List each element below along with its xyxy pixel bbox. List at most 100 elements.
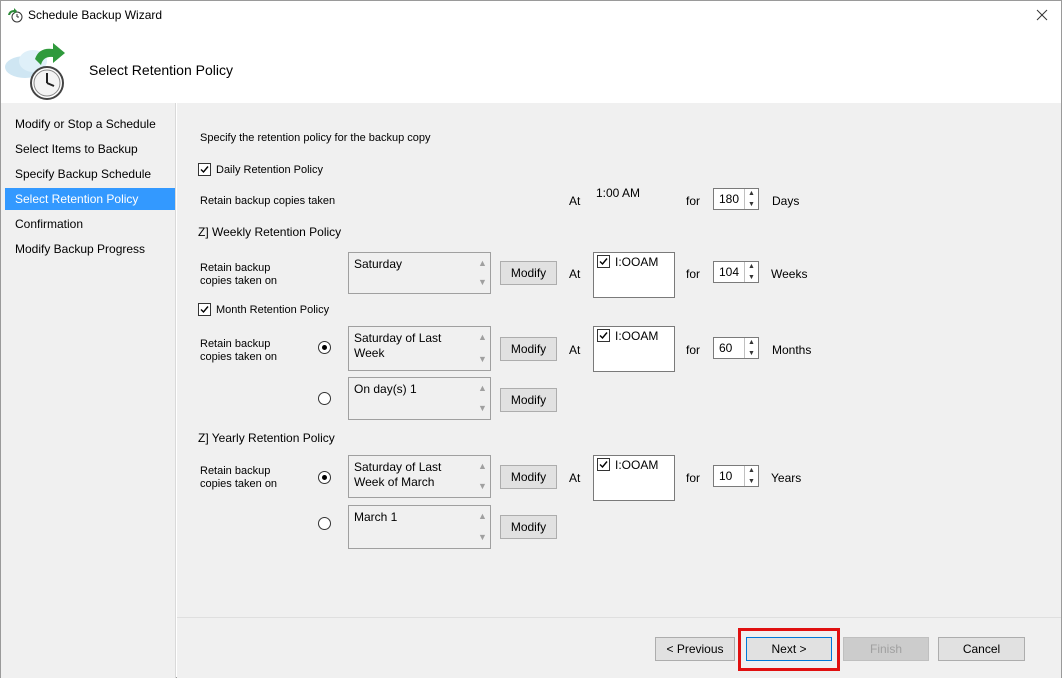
yearly-option1-line2: Week of March <box>354 475 435 489</box>
daily-days-value: 180 <box>719 192 740 206</box>
daily-retention-label: Daily Retention Policy <box>216 164 323 176</box>
spin-up-icon[interactable]: ▲ <box>748 467 755 474</box>
spin-down-icon[interactable]: ▼ <box>748 201 755 208</box>
daily-retain-label: Retain backup copies taken <box>200 195 336 207</box>
weekly-retention-heading: Z] Weekly Retention Policy <box>198 225 342 239</box>
weekly-at-label: At <box>569 267 581 281</box>
monthly-unit: Months <box>772 343 812 357</box>
sidebar-item-label: Select Items to Backup <box>15 142 138 156</box>
weekly-time-field[interactable]: I:OOAM <box>593 252 675 298</box>
sidebar-item-label: Confirmation <box>15 217 84 231</box>
previous-button[interactable]: < Previous <box>655 637 735 661</box>
yearly-time-field[interactable]: I:OOAM <box>593 455 675 501</box>
monthly-option2-radio[interactable] <box>318 392 331 405</box>
scroll-up-icon[interactable]: ▲ <box>478 256 487 271</box>
spin-down-icon[interactable]: ▼ <box>748 478 755 485</box>
spin-up-icon[interactable]: ▲ <box>748 263 755 270</box>
scroll-down-icon[interactable]: ▼ <box>478 275 487 290</box>
next-button-highlight <box>738 628 840 671</box>
wizard-header: Select Retention Policy <box>1 29 1061 103</box>
yearly-time-value: I:OOAM <box>615 458 659 472</box>
weekly-time-checkbox[interactable] <box>597 255 610 268</box>
monthly-months-stepper[interactable]: 60 ▲ ▼ <box>713 337 759 359</box>
yearly-modify-button-1[interactable]: Modify <box>500 465 557 489</box>
yearly-retain-label-2: copies taken on <box>200 478 278 490</box>
scroll-down-icon[interactable]: ▼ <box>478 479 487 494</box>
intro-text: Specify the retention policy for the bac… <box>200 132 431 144</box>
close-icon <box>1036 9 1048 21</box>
spin-up-icon[interactable]: ▲ <box>748 190 755 197</box>
yearly-modify-button-2[interactable]: Modify <box>500 515 557 539</box>
yearly-for-label: for <box>686 471 701 485</box>
daily-for-label: for <box>686 194 701 208</box>
spin-down-icon[interactable]: ▼ <box>748 350 755 357</box>
cancel-button[interactable]: Cancel <box>938 637 1025 661</box>
monthly-retention-checkbox[interactable] <box>198 303 211 316</box>
sidebar-item-modify-or-stop[interactable]: Modify or Stop a Schedule <box>5 113 175 135</box>
yearly-option2-radio[interactable] <box>318 517 331 530</box>
page-title: Select Retention Policy <box>89 62 233 78</box>
yearly-option2-box: March 1 ▲ ▼ <box>348 505 491 549</box>
sidebar-item-specify-schedule[interactable]: Specify Backup Schedule <box>5 163 175 185</box>
scroll-up-icon[interactable]: ▲ <box>478 509 487 524</box>
weekly-retain-label: Retain backup <box>200 262 271 274</box>
yearly-unit: Years <box>771 471 802 485</box>
weekly-schedule-text: Saturday <box>354 257 403 271</box>
scroll-up-icon[interactable]: ▲ <box>478 459 487 474</box>
sidebar-item-label: Select Retention Policy <box>15 192 139 206</box>
wizard-footer: < Previous Next > Finish Cancel <box>177 617 1061 678</box>
weekly-weeks-stepper[interactable]: 104 ▲ ▼ <box>713 261 759 283</box>
yearly-at-label: At <box>569 471 581 485</box>
scroll-up-icon[interactable]: ▲ <box>478 381 487 396</box>
monthly-modify-button-1[interactable]: Modify <box>500 337 557 361</box>
scroll-down-icon[interactable]: ▼ <box>478 530 487 545</box>
title-bar: Schedule Backup Wizard <box>1 1 1061 29</box>
daily-unit: Days <box>772 194 800 208</box>
yearly-years-stepper[interactable]: 10 ▲ ▼ <box>713 465 759 487</box>
checkmark-icon <box>200 306 209 314</box>
sidebar-item-label: Modify or Stop a Schedule <box>15 117 156 131</box>
sidebar-item-progress[interactable]: Modify Backup Progress <box>5 238 175 260</box>
weekly-time-value: I:OOAM <box>615 255 659 269</box>
wizard-window: Schedule Backup Wizard Select Retention … <box>0 0 1062 678</box>
monthly-for-label: for <box>686 343 701 357</box>
weekly-retain-label-2: copies taken on <box>200 275 278 287</box>
monthly-option1-radio[interactable] <box>318 341 331 354</box>
weekly-modify-button[interactable]: Modify <box>500 261 557 285</box>
monthly-modify-button-2[interactable]: Modify <box>500 388 557 412</box>
monthly-option1-box: Saturday of Last Week ▲ ▼ <box>348 326 491 371</box>
daily-retention-checkbox[interactable] <box>198 163 211 176</box>
wizard-steps-sidebar: Modify or Stop a Schedule Select Items t… <box>1 103 176 678</box>
backup-schedule-icon <box>3 39 67 106</box>
checkmark-icon <box>599 332 608 340</box>
monthly-time-value: I:OOAM <box>615 329 659 343</box>
spin-down-icon[interactable]: ▼ <box>748 274 755 281</box>
daily-days-stepper[interactable]: 180 ▲ ▼ <box>713 188 759 210</box>
yearly-option1-radio[interactable] <box>318 471 331 484</box>
monthly-option2-text: On day(s) 1 <box>354 382 417 396</box>
daily-at-label: At <box>569 194 581 208</box>
sidebar-item-confirmation[interactable]: Confirmation <box>5 213 175 235</box>
monthly-months-value: 60 <box>719 341 733 355</box>
sidebar-item-label: Specify Backup Schedule <box>15 167 152 181</box>
monthly-time-field[interactable]: I:OOAM <box>593 326 675 372</box>
checkmark-icon <box>599 258 608 266</box>
sidebar-item-label: Modify Backup Progress <box>15 242 146 256</box>
spin-up-icon[interactable]: ▲ <box>748 339 755 346</box>
monthly-option1-line2: Week <box>354 346 385 360</box>
monthly-retain-label: Retain backup <box>200 338 271 350</box>
sidebar-item-retention-policy[interactable]: Select Retention Policy <box>5 188 175 210</box>
yearly-retain-label: Retain backup <box>200 465 271 477</box>
checkmark-icon <box>200 166 209 174</box>
weekly-schedule-box: Saturday ▲ ▼ <box>348 252 491 294</box>
scroll-up-icon[interactable]: ▲ <box>478 330 487 345</box>
scroll-down-icon[interactable]: ▼ <box>478 401 487 416</box>
close-button[interactable] <box>1029 4 1055 26</box>
monthly-option2-box: On day(s) 1 ▲ ▼ <box>348 377 491 420</box>
sidebar-item-select-items[interactable]: Select Items to Backup <box>5 138 175 160</box>
scroll-down-icon[interactable]: ▼ <box>478 352 487 367</box>
monthly-option1-line1: Saturday of Last <box>354 331 442 345</box>
monthly-time-checkbox[interactable] <box>597 329 610 342</box>
yearly-time-checkbox[interactable] <box>597 458 610 471</box>
yearly-years-value: 10 <box>719 469 733 483</box>
